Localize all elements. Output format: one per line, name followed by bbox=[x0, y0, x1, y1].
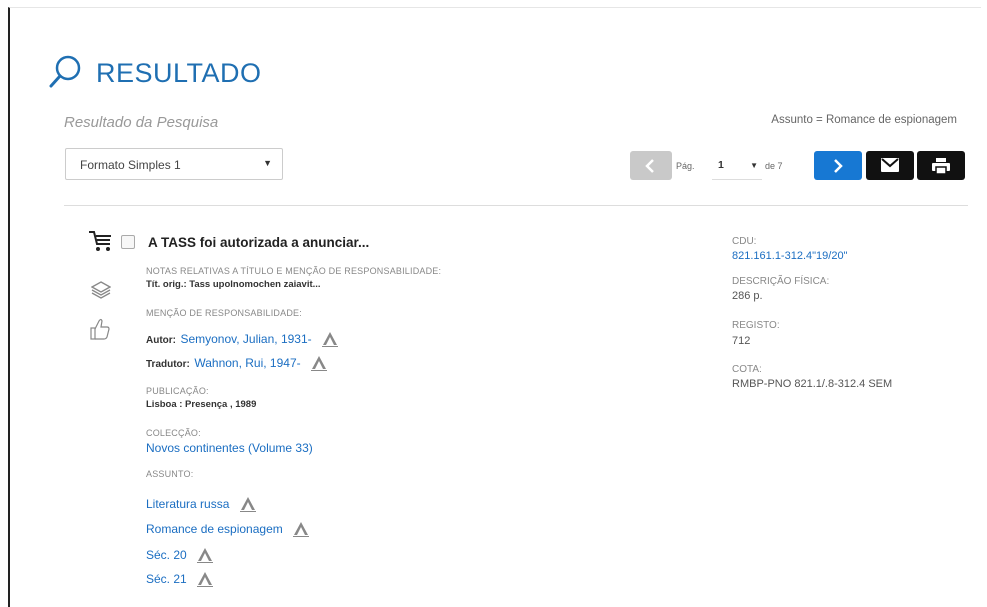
collection-link[interactable]: Novos continentes (Volume 33) bbox=[146, 441, 313, 455]
search-query: Assunto = Romance de espionagem bbox=[771, 114, 957, 126]
chevron-right-icon bbox=[834, 159, 843, 173]
divider bbox=[64, 205, 968, 206]
translator-role: Tradutor: bbox=[146, 359, 190, 370]
authority-icon[interactable] bbox=[197, 571, 214, 587]
subject-link[interactable]: Séc. 20 bbox=[146, 548, 187, 562]
chevron-left-icon bbox=[645, 159, 654, 173]
page-label: Pág. bbox=[676, 161, 695, 171]
chevron-down-icon: ▼ bbox=[750, 161, 758, 170]
format-select-value: Formato Simples 1 bbox=[80, 158, 181, 172]
registo-label: REGISTO: bbox=[732, 320, 780, 331]
notes-value: Tít. orig.: Tass upolnomochen zaiavit... bbox=[146, 279, 321, 290]
cdu-link[interactable]: 821.161.1-312.4"19/20" bbox=[732, 250, 847, 262]
cota-label: COTA: bbox=[732, 364, 762, 375]
cdu-label: CDU: bbox=[732, 236, 757, 247]
author-row: Autor: Semyonov, Julian, 1931- bbox=[146, 330, 339, 348]
subject-item: Romance de espionagem bbox=[146, 520, 310, 538]
subject-link[interactable]: Literatura russa bbox=[146, 497, 229, 511]
authority-icon[interactable] bbox=[311, 355, 328, 371]
page-select[interactable]: 1 ▼ bbox=[712, 153, 762, 180]
previous-page-button[interactable] bbox=[630, 151, 672, 180]
cota-value: RMBP-PNO 821.1/.8-312.4 SEM bbox=[732, 378, 893, 390]
authority-icon[interactable] bbox=[239, 496, 256, 512]
chevron-down-icon: ▼ bbox=[263, 158, 272, 168]
thumbs-up-icon[interactable] bbox=[90, 318, 110, 340]
page-total: de 7 bbox=[765, 161, 783, 171]
authority-icon[interactable] bbox=[197, 547, 214, 563]
email-button[interactable] bbox=[866, 151, 914, 180]
subject-link[interactable]: Séc. 21 bbox=[146, 572, 187, 586]
search-icon bbox=[49, 55, 81, 88]
next-page-button[interactable] bbox=[814, 151, 862, 180]
envelope-icon bbox=[881, 158, 899, 172]
page-select-value: 1 bbox=[718, 159, 724, 171]
subject-item: Séc. 21 bbox=[146, 570, 214, 588]
translator-link[interactable]: Wahnon, Rui, 1947- bbox=[194, 356, 300, 370]
author-role: Autor: bbox=[146, 335, 176, 346]
authority-icon[interactable] bbox=[293, 521, 310, 537]
publication-value: Lisboa : Presença , 1989 bbox=[146, 399, 257, 410]
select-record-checkbox[interactable] bbox=[121, 235, 135, 249]
subject-item: Séc. 20 bbox=[146, 546, 214, 564]
notes-label: NOTAS RELATIVAS A TÍTULO E MENÇÃO DE RES… bbox=[146, 266, 442, 276]
main-panel: RESULTADO Resultado da Pesquisa Assunto … bbox=[8, 7, 981, 607]
format-select[interactable]: Formato Simples 1 ▼ bbox=[65, 148, 283, 180]
collection-label: COLECÇÃO: bbox=[146, 428, 201, 438]
subject-link[interactable]: Romance de espionagem bbox=[146, 522, 283, 536]
subject-item: Literatura russa bbox=[146, 495, 256, 513]
translator-row: Tradutor: Wahnon, Rui, 1947- bbox=[146, 354, 328, 372]
physical-description-label: DESCRIÇÃO FÍSICA: bbox=[732, 276, 830, 287]
publication-label: PUBLICAÇÃO: bbox=[146, 386, 209, 396]
authority-icon[interactable] bbox=[322, 331, 339, 347]
author-link[interactable]: Semyonov, Julian, 1931- bbox=[180, 332, 311, 346]
printer-icon bbox=[932, 158, 950, 174]
physical-description-value: 286 p. bbox=[732, 290, 763, 302]
subject-label: ASSUNTO: bbox=[146, 469, 194, 479]
page-title: RESULTADO bbox=[96, 58, 262, 88]
layers-icon[interactable] bbox=[91, 280, 111, 300]
record-title[interactable]: A TASS foi autorizada a anunciar... bbox=[148, 235, 369, 250]
results-subtitle: Resultado da Pesquisa bbox=[64, 114, 219, 131]
responsibility-label: MENÇÃO DE RESPONSABILIDADE: bbox=[146, 308, 302, 318]
cart-icon[interactable] bbox=[89, 230, 113, 252]
print-button[interactable] bbox=[917, 151, 965, 180]
registo-value: 712 bbox=[732, 335, 751, 347]
